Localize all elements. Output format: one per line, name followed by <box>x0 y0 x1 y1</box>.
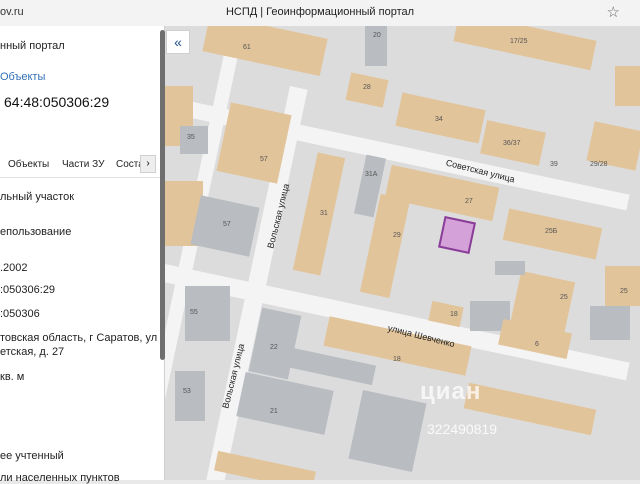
house-number: 25 <box>560 294 568 301</box>
tabs-bar: Объекты Части ЗУ Соста › <box>0 151 164 178</box>
house-number: 57 <box>223 221 231 228</box>
house-number: 29 <box>393 232 401 239</box>
house-number: 53 <box>183 388 191 395</box>
map-view[interactable]: Советская улица улица Шевченко Вольская … <box>165 26 640 480</box>
info-panel: нный портал Объекты 64:48:050306:29 Объе… <box>0 26 165 484</box>
info-line: ее учтенный <box>0 450 64 462</box>
watermark: циан <box>420 378 482 405</box>
bookmark-star-icon[interactable]: ☆ <box>607 3 620 21</box>
info-line: етская, д. 27 <box>0 346 65 358</box>
info-line: :050306:29 <box>0 284 56 296</box>
house-number: 22 <box>270 344 278 351</box>
info-line: :050306 <box>0 308 40 320</box>
house-number: 29/28 <box>590 161 608 168</box>
house-number: 36/37 <box>503 140 521 147</box>
info-line: товская область, г Саратов, ул <box>0 332 158 344</box>
building <box>175 371 205 421</box>
collapse-panel-icon[interactable]: « <box>166 30 190 54</box>
tab-objects[interactable]: Объекты <box>8 159 49 170</box>
house-number: 31А <box>365 171 378 178</box>
browser-bar: ov.ru НСПД | Геоинформационный портал ☆ <box>0 0 640 27</box>
house-number: 31 <box>320 210 328 217</box>
info-line: льный участок <box>0 191 75 203</box>
house-number: 25Б <box>545 228 558 235</box>
building <box>214 450 316 480</box>
house-number: 6 <box>535 341 539 348</box>
info-line: .2002 <box>0 262 28 274</box>
house-number: 18 <box>450 311 458 318</box>
house-number: 39 <box>550 161 558 168</box>
house-number: 17/25 <box>510 38 528 45</box>
house-number: 57 <box>260 156 268 163</box>
watermark-id: 322490819 <box>427 421 498 437</box>
info-line: ли населенных пунктов <box>0 472 120 484</box>
house-number: 20 <box>373 32 381 39</box>
house-number: 21 <box>270 408 278 415</box>
tab-parts[interactable]: Части ЗУ <box>62 159 104 170</box>
house-number: 61 <box>243 44 251 51</box>
info-line: епользование <box>0 226 72 238</box>
house-number: 28 <box>363 84 371 91</box>
house-number: 25 <box>620 288 628 295</box>
house-number: 27 <box>465 198 473 205</box>
building <box>292 152 346 276</box>
house-number: 18 <box>393 356 401 363</box>
building <box>236 372 334 435</box>
objects-link[interactable]: Объекты <box>0 71 45 83</box>
building <box>605 266 640 306</box>
cadastral-number: 64:48:050306:29 <box>4 94 110 110</box>
building <box>495 261 525 275</box>
building <box>348 390 427 472</box>
selected-parcel[interactable] <box>438 216 476 254</box>
portal-title: нный портал <box>0 40 65 52</box>
building <box>590 306 630 340</box>
house-number: 35 <box>187 134 195 141</box>
building <box>453 26 597 71</box>
tabs-next-icon[interactable]: › <box>140 155 156 173</box>
info-line: кв. м <box>0 371 25 383</box>
house-number: 55 <box>190 309 198 316</box>
house-number: 34 <box>435 116 443 123</box>
page-title: НСПД | Геоинформационный портал <box>225 6 415 18</box>
building <box>615 66 640 106</box>
